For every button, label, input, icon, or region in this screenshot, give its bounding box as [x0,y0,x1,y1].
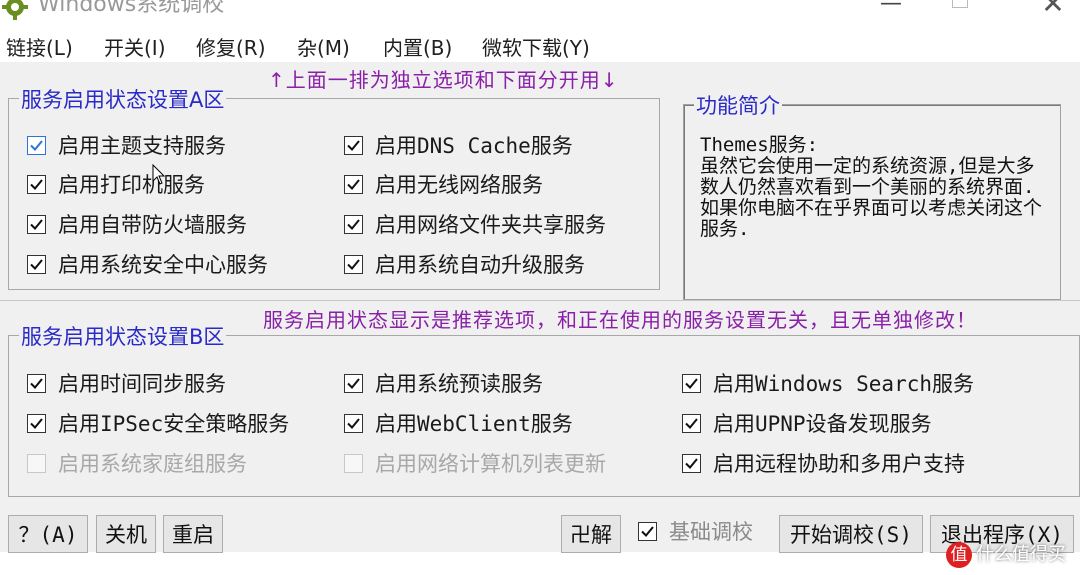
checkbox-wireless-service[interactable]: 启用无线网络服务 [344,170,543,198]
checkbox-label: 启用WebClient服务 [375,412,573,436]
checkbox-label: 启用UPNP设备发现服务 [713,412,932,436]
menu-link[interactable]: 链接(L) [6,32,73,61]
group-a-title: 服务启用状态设置A区 [19,84,227,114]
checkbox-label: 启用远程协助和多用户支持 [713,452,965,476]
checkbox-icon[interactable] [27,413,46,433]
checkbox-icon[interactable] [344,135,363,155]
close-button[interactable]: ✕ [1030,0,1076,20]
uninstall-button[interactable]: 卍解 [561,515,621,553]
checkbox-prefetch-service[interactable]: 启用系统预读服务 [344,369,543,397]
checkbox-label: 启用打印机服务 [58,173,205,197]
menu-switch[interactable]: 开关(I) [104,32,166,61]
menu-repair[interactable]: 修复(R) [196,32,266,61]
checkbox-icon[interactable] [344,174,363,194]
basic-tune-checkbox[interactable]: 基础调校 [638,517,753,545]
checkbox-icon[interactable] [27,174,46,194]
checkbox-icon[interactable] [682,373,701,393]
checkbox-icon [344,453,363,473]
checkbox-label: 启用Windows Search服务 [713,372,975,396]
menu-misc[interactable]: 杂(M) [297,32,350,61]
minimize-button[interactable]: — [868,0,914,20]
maximize-button[interactable] [952,0,968,8]
checkbox-upnp-service[interactable]: 启用UPNP设备发现服务 [682,409,932,437]
checkbox-folder-share-service[interactable]: 启用网络文件夹共享服务 [344,210,606,238]
checkbox-icon[interactable] [682,453,701,473]
description-text: Themes服务: 虽然它会使用一定的系统资源,但是大多数人仍然喜欢看到一个美丽… [700,134,1043,240]
middle-annotation: 服务启用状态显示是推荐选项，和正在使用的服务设置无关，且无单独修改！ [263,308,977,332]
checkbox-printer-service[interactable]: 启用打印机服务 [27,170,205,198]
app-gear-icon [2,0,28,20]
help-button[interactable]: ？(A) [8,515,88,553]
start-tune-button[interactable]: 开始调校(S) [779,515,923,553]
checkbox-label: 启用主题支持服务 [58,134,226,158]
checkbox-label: 启用自带防火墙服务 [58,213,247,237]
checkbox-windows-search-service[interactable]: 启用Windows Search服务 [682,369,974,397]
checkbox-remote-assist-service[interactable]: 启用远程协助和多用户支持 [682,449,965,477]
checkbox-label: 启用网络文件夹共享服务 [375,213,606,237]
checkbox-label: 基础调校 [669,520,753,544]
checkbox-label: 启用无线网络服务 [375,173,543,197]
checkbox-computer-list-service: 启用网络计算机列表更新 [344,449,606,477]
section-divider [0,300,1080,301]
checkbox-label: 启用系统自动升级服务 [375,253,585,277]
checkbox-icon[interactable] [27,214,46,234]
checkbox-icon[interactable] [27,254,46,274]
window-title: Windows系统调校 [38,0,225,17]
checkbox-icon[interactable] [27,135,46,155]
checkbox-icon[interactable] [27,373,46,393]
checkbox-webclient-service[interactable]: 启用WebClient服务 [344,409,573,437]
description-panel: 功能简介 Themes服务: 虽然它会使用一定的系统资源,但是大多数人仍然喜欢看… [683,90,1061,300]
checkbox-security-center-service[interactable]: 启用系统安全中心服务 [27,250,268,278]
checkbox-homegroup-service: 启用系统家庭组服务 [27,449,247,477]
checkbox-label: 启用系统家庭组服务 [58,452,247,476]
checkbox-dns-cache-service[interactable]: 启用DNS Cache服务 [344,131,573,159]
mouse-cursor-icon [152,164,166,185]
menu-bar: 链接(L) 开关(I) 修复(R) 杂(M) 内置(B) 微软下载(Y) [0,30,1080,62]
checkbox-label: 启用IPSec安全策略服务 [58,412,290,436]
watermark-text: 什么值得买 [976,544,1066,565]
menu-builtin[interactable]: 内置(B) [383,32,452,61]
watermark-badge-icon: 值 [946,542,972,568]
shutdown-button[interactable]: 关机 [96,515,156,553]
main-dialog: ↑上面一排为独立选项和下面分开用↓ 服务启用状态设置A区 启用主题支持服务 启用… [0,62,1080,553]
group-b-title: 服务启用状态设置B区 [19,321,227,351]
checkbox-label: 启用系统预读服务 [375,372,543,396]
checkbox-icon[interactable] [344,214,363,234]
checkbox-label: 启用时间同步服务 [58,372,226,396]
description-title: 功能简介 [694,90,782,120]
checkbox-firewall-service[interactable]: 启用自带防火墙服务 [27,210,247,238]
checkbox-icon[interactable] [682,413,701,433]
title-bar: Windows系统调校 — ✕ [0,0,1080,30]
checkbox-icon[interactable] [344,413,363,433]
checkbox-theme-service[interactable]: 启用主题支持服务 [27,131,226,159]
checkbox-icon[interactable] [344,373,363,393]
checkbox-icon[interactable] [638,521,657,541]
restart-button[interactable]: 重启 [163,515,223,553]
checkbox-label: 启用DNS Cache服务 [375,134,573,158]
checkbox-icon[interactable] [344,254,363,274]
menu-ms-download[interactable]: 微软下载(Y) [482,32,590,61]
checkbox-icon [27,453,46,473]
top-annotation: ↑上面一排为独立选项和下面分开用↓ [268,68,619,92]
checkbox-label: 启用系统安全中心服务 [58,253,268,277]
checkbox-time-sync-service[interactable]: 启用时间同步服务 [27,369,226,397]
site-watermark: 值什么值得买 [946,540,1066,568]
checkbox-ipsec-service[interactable]: 启用IPSec安全策略服务 [27,409,289,437]
checkbox-auto-update-service[interactable]: 启用系统自动升级服务 [344,250,585,278]
checkbox-label: 启用网络计算机列表更新 [375,452,606,476]
